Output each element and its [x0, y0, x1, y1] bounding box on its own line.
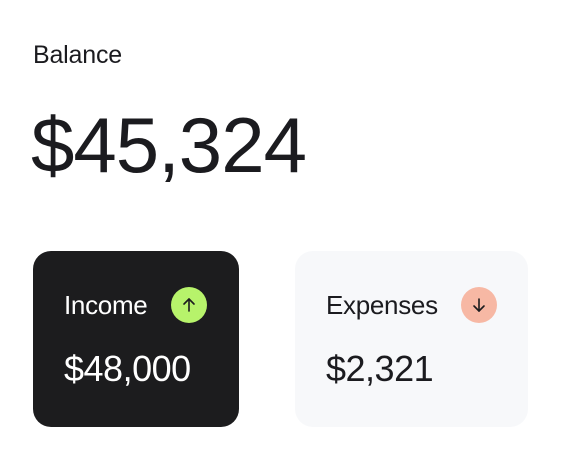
expenses-title: Expenses	[326, 290, 438, 320]
income-title: Income	[64, 290, 148, 320]
balance-amount: $45,324	[31, 101, 307, 189]
income-value: $48,000	[64, 348, 191, 389]
income-card[interactable]: Income $48,000	[33, 251, 239, 427]
expenses-card[interactable]: Expenses $2,321	[295, 251, 528, 427]
expenses-value: $2,321	[326, 348, 434, 389]
balance-label: Balance	[33, 41, 122, 69]
arrow-down-icon	[461, 287, 497, 323]
arrow-up-icon	[171, 287, 207, 323]
